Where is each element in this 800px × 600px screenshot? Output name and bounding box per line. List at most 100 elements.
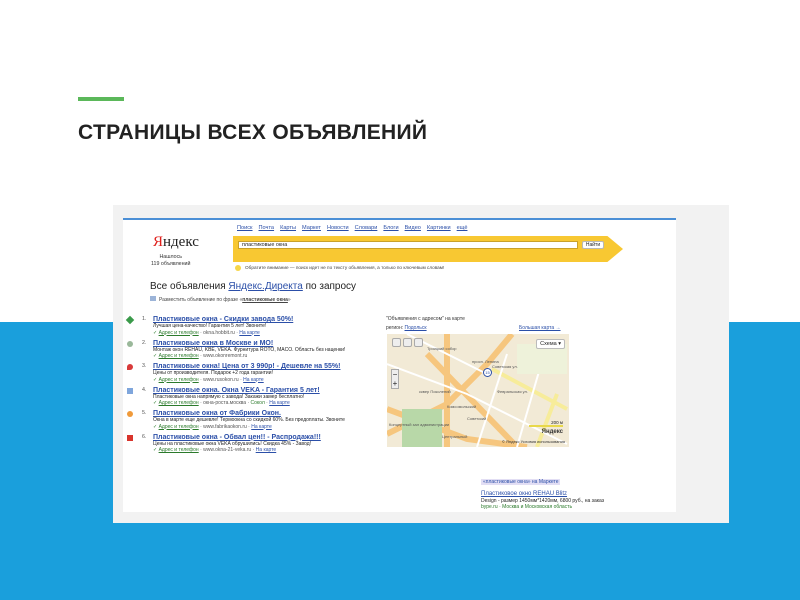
contact-link[interactable]: Адрес и телефон xyxy=(159,400,199,406)
contact-link[interactable]: Адрес и телефон xyxy=(159,447,199,453)
nav-link[interactable]: Видео xyxy=(405,225,421,231)
ad-number: 2. xyxy=(142,339,147,346)
place-post: » xyxy=(287,297,291,303)
search-button[interactable]: Найти xyxy=(582,241,604,249)
found-count: 119 объявлений xyxy=(151,260,191,267)
map-label: Троицкий собор xyxy=(427,346,457,351)
map-label: Февральская ул. xyxy=(497,389,528,394)
ad-number: 1. xyxy=(142,316,147,322)
map-marker-icon[interactable]: 15 xyxy=(483,368,492,377)
ad-links: ✓ Адрес и телефон · окна-роста.москва · … xyxy=(153,400,290,406)
nav-link[interactable]: Поиск xyxy=(237,225,253,231)
ad-item: 1. Пластиковые окна - Скидки завода 50%! Л… xyxy=(125,315,377,336)
ads-list: 1. Пластиковые окна - Скидки завода 50%! Л… xyxy=(125,315,377,457)
on-map-link[interactable]: На карте xyxy=(269,400,290,406)
slide-title: СТРАНИЦЫ ВСЕХ ОБЪЯВЛЕНИЙ xyxy=(78,121,428,144)
calendar-icon xyxy=(127,387,133,394)
yandex-direct-screenshot: Поиск Почта Карты Маркет Новости Словари Блоги… xyxy=(123,218,676,512)
ad-site[interactable]: www.okna-21-veka.ru xyxy=(203,447,251,453)
search-input[interactable]: пластиковые окна xyxy=(238,241,578,249)
nav-link[interactable]: ещё xyxy=(457,225,468,231)
heading-pre: Все объявления xyxy=(150,281,229,292)
contact-link[interactable]: Адрес и телефон xyxy=(159,424,199,430)
map-copyright[interactable]: © Яндекс Условия использования xyxy=(502,439,565,444)
ad-title[interactable]: Пластиковые окна от Фабрики Окон. xyxy=(153,410,377,417)
place-phrase[interactable]: пластиковые окна xyxy=(242,297,288,303)
ad-site[interactable]: www.fabrikaokon.ru xyxy=(203,424,247,430)
on-map-link[interactable]: На карте xyxy=(256,447,277,453)
ad-links: ✓ Адрес и телефон · www.fabrikaokon.ru ·… xyxy=(153,423,272,430)
ad-title[interactable]: Пластиковые окна. Окна VEKA - Гарантия 5… xyxy=(153,387,377,394)
market-offer: Пластиковое окно REHAU Blitz Design - ра… xyxy=(481,491,661,511)
logo-rest: ндекс xyxy=(163,234,199,250)
results-count: Нашлось 119 объявлений xyxy=(151,254,190,267)
market-tag[interactable]: «пластиковые окна» на Маркете xyxy=(481,479,561,485)
nav-link[interactable]: Новости xyxy=(327,225,349,231)
nav-link[interactable]: Картинки xyxy=(427,225,451,231)
ad-number: 4. xyxy=(142,386,147,393)
ad-site[interactable]: www.okonremont.ru xyxy=(203,353,247,359)
zoom-controls[interactable]: − + xyxy=(391,369,399,389)
place-pre: Разместить объявление по фразе « xyxy=(159,297,243,303)
search-note: Обратите внимание — поиск идет не по тек… xyxy=(235,265,444,271)
ad-item: 3. Пластиковые окна! Цена от 3 990р! - Де… xyxy=(127,363,377,383)
ad-site[interactable]: okna.hobbit.ru xyxy=(203,330,235,336)
nav-link[interactable]: Почта xyxy=(259,225,275,231)
region-line: регион: Подольск xyxy=(386,325,427,331)
contact-link[interactable]: Адрес и телефон xyxy=(159,330,199,336)
accent-line xyxy=(78,97,124,101)
search-bar-arrow xyxy=(233,236,623,262)
note-text: Обратите внимание — поиск идет не по тек… xyxy=(245,265,445,271)
map-yandex-logo: Яндекс xyxy=(541,429,563,435)
on-map-link[interactable]: На карте xyxy=(239,330,260,336)
contact-link[interactable]: Адрес и телефон xyxy=(159,353,199,359)
yandex-direct-link[interactable]: Яндекс.Директа xyxy=(228,281,302,292)
map-scale: 200 м xyxy=(529,420,563,427)
ad-title[interactable]: Пластиковые окна - Обвал цен!! - Распрод… xyxy=(153,434,377,441)
green-diamond-icon xyxy=(125,315,135,325)
map-label: Советская ул. xyxy=(492,364,518,369)
ad-site[interactable]: окна-роста.москва xyxy=(203,400,246,406)
ad-title[interactable]: Пластиковые окна - Скидки завода 50%! xyxy=(153,316,377,323)
nav-link[interactable]: Словари xyxy=(355,225,378,231)
orange-logo-icon xyxy=(127,411,133,417)
market-offer-source: bype.ru · Москва и Московская область xyxy=(481,504,573,510)
map-label: Концертный зал администрации xyxy=(389,422,450,427)
ad-number: 6. xyxy=(142,433,147,440)
ad-title[interactable]: Пластиковые окна! Цена от 3 990р! - Деше… xyxy=(153,363,377,370)
red-marker-icon xyxy=(127,364,133,370)
ad-item: 6. Пластиковые окна - Обвал цен!! - Распр… xyxy=(127,433,377,453)
big-map-link[interactable]: Большая карта → xyxy=(519,325,561,331)
ad-number: 3. xyxy=(142,363,147,369)
ad-links: ✓ Адрес и телефон · www.okna-21-veka.ru … xyxy=(153,447,277,453)
ad-item: 5. Пластиковые окна от Фабрики Окон. Окна … xyxy=(127,410,377,430)
metro-station: Сокол xyxy=(250,400,265,406)
nav-link[interactable]: Маркет xyxy=(302,225,321,231)
top-nav: Поиск Почта Карты Маркет Новости Словари Блоги… xyxy=(237,225,467,231)
on-map-link[interactable]: На карте xyxy=(251,424,272,430)
on-map-link[interactable]: На карте xyxy=(243,377,264,383)
map-heading: "Объявления с адресом" на карте xyxy=(386,316,465,322)
ad-links: ✓ Адрес и телефон · www.rusokon.ru · На … xyxy=(153,376,264,383)
ad-title[interactable]: Пластиковые окна в Москве и МО! xyxy=(153,340,377,347)
nav-link[interactable]: Карты xyxy=(280,225,296,231)
heading-post: по запросу xyxy=(302,281,357,292)
map-label: сквер Поколений xyxy=(419,389,451,394)
place-ad-line[interactable]: Разместить объявление по фразе «пластико… xyxy=(150,296,291,303)
map-label: Комсомольский xyxy=(447,404,477,409)
logo-first-letter: Я xyxy=(153,234,164,250)
region-link[interactable]: Подольск xyxy=(405,325,427,331)
map-type-select[interactable]: Схема ▾ xyxy=(536,339,565,349)
ad-number: 5. xyxy=(142,410,147,416)
calendar-icon xyxy=(150,296,156,301)
ad-item: 2. Пластиковые окна в Москве и МО! Монтаж … xyxy=(127,339,377,359)
ads-map[interactable]: − + Схема ▾ 15 Троицкий собор просп. Ленин… xyxy=(387,334,569,447)
map-pan-tools[interactable] xyxy=(392,338,423,347)
contact-link[interactable]: Адрес и телефон xyxy=(159,377,199,383)
map-label: Советский xyxy=(467,416,487,421)
nav-link[interactable]: Блоги xyxy=(383,225,398,231)
region-label: регион: xyxy=(386,325,405,331)
ad-site[interactable]: www.rusokon.ru xyxy=(203,377,239,383)
red-21-icon xyxy=(127,434,133,441)
yandex-logo[interactable]: Яндекс xyxy=(153,234,199,251)
